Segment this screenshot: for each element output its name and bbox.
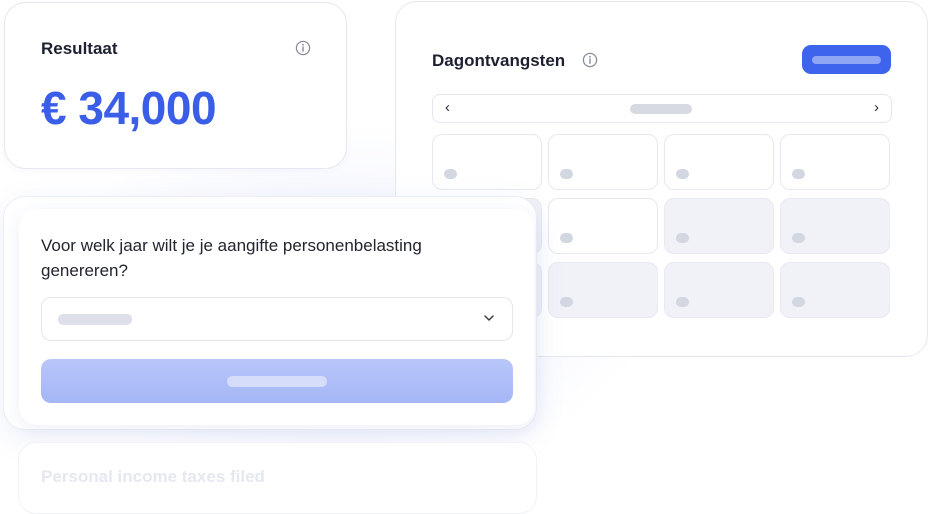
result-title: Resultaat (41, 39, 118, 58)
calendar-day-cell[interactable] (548, 134, 658, 190)
day-value-placeholder (444, 169, 457, 179)
calendar-day-cell[interactable] (664, 198, 774, 254)
generate-button-label-placeholder (227, 376, 327, 387)
daily-receipts-action-button[interactable] (802, 45, 891, 74)
calendar-day-cell[interactable] (664, 134, 774, 190)
tax-filed-card: Personal income taxes filed (18, 442, 537, 514)
day-value-placeholder (792, 233, 805, 243)
calendar-day-cell[interactable] (780, 262, 890, 318)
chevron-down-icon (484, 315, 494, 321)
day-value-placeholder (676, 297, 689, 307)
calendar-day-cell[interactable] (780, 198, 890, 254)
day-value-placeholder (676, 169, 689, 179)
year-select-placeholder (58, 314, 132, 325)
day-value-placeholder (560, 297, 573, 307)
generate-button[interactable] (41, 359, 513, 403)
day-value-placeholder (560, 233, 573, 243)
year-select[interactable] (41, 297, 513, 341)
info-icon[interactable] (582, 52, 598, 68)
result-value: € 34,000 (41, 82, 217, 134)
day-value-placeholder (792, 297, 805, 307)
info-icon[interactable] (295, 40, 311, 56)
month-navigator: ‹ › (432, 94, 892, 123)
calendar-day-cell[interactable] (780, 134, 890, 190)
tax-year-question: Voor welk jaar wilt je je aangifte perso… (41, 236, 422, 280)
calendar-day-cell[interactable] (548, 262, 658, 318)
button-label-placeholder (812, 56, 881, 64)
previous-month-button[interactable]: ‹ (445, 99, 450, 117)
month-label-placeholder (630, 104, 692, 114)
tax-year-question-panel: Voor welk jaar wilt je je aangifte perso… (19, 209, 534, 425)
day-value-placeholder (560, 169, 573, 179)
day-value-placeholder (676, 233, 689, 243)
calendar-day-cell[interactable] (664, 262, 774, 318)
tax-filed-title: Personal income taxes filed (41, 467, 265, 486)
calendar-day-cell[interactable] (432, 134, 542, 190)
tax-year-question-card: Voor welk jaar wilt je je aangifte perso… (3, 196, 537, 430)
daily-receipts-title: Dagontvangsten (432, 51, 566, 70)
day-value-placeholder (792, 169, 805, 179)
calendar-day-cell[interactable] (548, 198, 658, 254)
next-month-button[interactable]: › (874, 99, 879, 117)
result-card: Resultaat € 34,000 (4, 2, 347, 169)
